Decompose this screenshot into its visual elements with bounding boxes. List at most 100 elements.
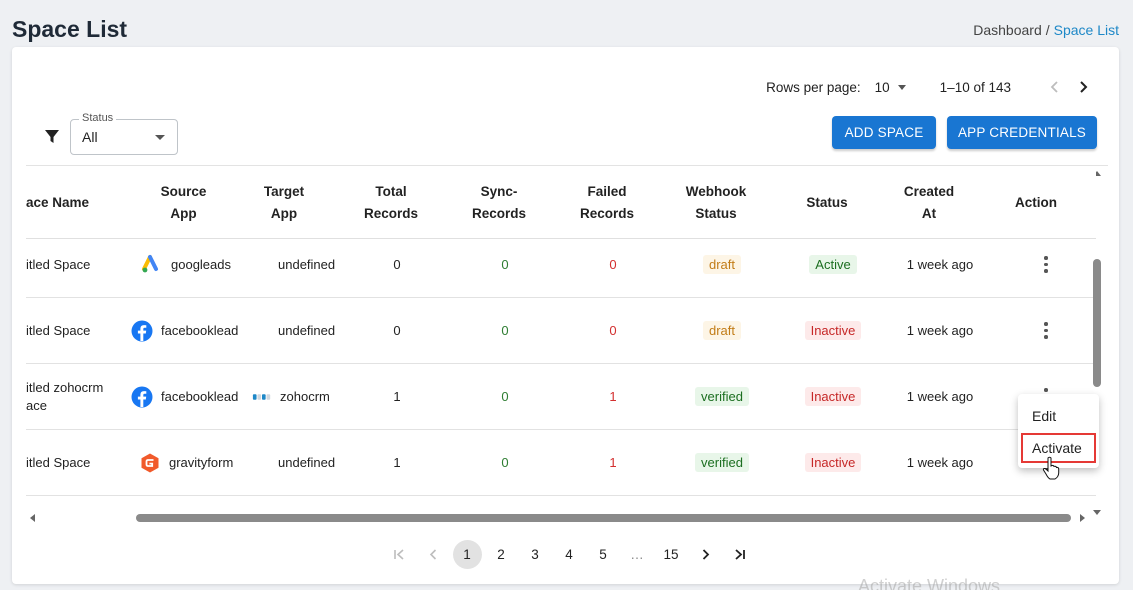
page-button-1[interactable]: 1 — [452, 540, 482, 569]
status-filter-select[interactable]: Status All — [70, 112, 178, 155]
filter-icon[interactable] — [44, 129, 60, 145]
header-space-name[interactable]: ace Name — [26, 166, 92, 239]
status-badge: Inactive — [804, 387, 862, 406]
webhook-status-badge: draft — [702, 321, 741, 340]
more-vert-icon[interactable] — [1036, 321, 1056, 341]
horizontal-scrollbar[interactable] — [26, 511, 1089, 525]
chevron-right-icon — [702, 549, 709, 560]
space-name-line: itled Space — [26, 256, 91, 272]
sync-records-value: 0 — [501, 455, 509, 470]
next-page-button[interactable] — [691, 540, 720, 569]
failed-records-value: 0 — [609, 323, 617, 338]
breadcrumb-separator: / — [1045, 22, 1050, 38]
status-badge: Active — [809, 255, 857, 274]
space-name: itled Space — [26, 454, 90, 472]
space-name-line: itled Space — [26, 322, 91, 338]
chevron-right-icon — [1080, 81, 1088, 93]
table-row[interactable]: itled Space googleads undefined 0 0 0 draft Act… — [26, 232, 1096, 298]
total-records-value: 1 — [393, 389, 401, 404]
header-total-records[interactable]: Total Records — [350, 166, 432, 239]
status-filter-label: Status — [79, 112, 117, 124]
header-webhook-status[interactable]: Webhook Status — [676, 166, 756, 239]
spaces-table: ace Name Source App Target App Total Record… — [26, 165, 1108, 521]
header-failed-records[interactable]: Failed Records — [566, 166, 648, 239]
page-button-15[interactable]: 15 — [657, 540, 686, 569]
google-ads-icon — [142, 254, 158, 272]
scroll-down-arrow-icon[interactable] — [1093, 510, 1101, 515]
target-app-name: undefined — [278, 455, 336, 470]
more-vert-icon[interactable] — [1036, 255, 1056, 275]
scroll-left-arrow-icon[interactable] — [30, 514, 35, 522]
app-credentials-button[interactable]: APP CREDENTIALS — [947, 116, 1097, 149]
space-name: itled zohocrm ace — [26, 379, 103, 415]
header-source-app[interactable]: Source App — [131, 166, 236, 239]
webhook-status-badge: verified — [695, 453, 749, 472]
scroll-right-arrow-icon[interactable] — [1080, 514, 1085, 522]
menu-item-edit[interactable]: Edit — [1018, 401, 1099, 431]
page-range: 1–10 of 143 — [939, 79, 1011, 95]
header-target-app[interactable]: Target App — [244, 166, 324, 239]
gravityform-icon — [141, 453, 159, 472]
created-at-value: 1 week ago — [906, 389, 974, 404]
hand-cursor-icon — [1042, 456, 1060, 480]
table-header: ace Name Source App Target App Total Record… — [26, 166, 1096, 239]
table-row[interactable]: itled Space gravityform undefined 1 0 1 verifi… — [26, 430, 1096, 496]
breadcrumb-dashboard[interactable]: Dashboard — [973, 22, 1042, 38]
source-app-name: gravityform — [169, 455, 234, 470]
bottom-pagination: 1 2 3 4 5 … 15 — [382, 540, 756, 569]
target-app-name: zohocrm — [280, 389, 330, 404]
page-ellipsis: … — [630, 547, 644, 562]
rows-per-page-select[interactable]: 10 — [875, 80, 906, 95]
space-name-line: itled zohocrm — [26, 379, 104, 395]
created-at-value: 1 week ago — [906, 257, 974, 272]
chevron-left-icon — [1050, 81, 1058, 93]
rows-per-page-label: Rows per page: — [766, 79, 861, 95]
first-page-icon — [393, 549, 404, 560]
header-sync-records[interactable]: Sync- Records — [458, 166, 540, 239]
header-status[interactable]: Status — [782, 166, 872, 239]
page-button-3[interactable]: 3 — [521, 540, 550, 569]
top-pagination: Rows per page: 10 1–10 of 143 — [766, 75, 1097, 99]
previous-page-button[interactable] — [419, 540, 448, 569]
page-button-2[interactable]: 2 — [487, 540, 516, 569]
space-name: itled Space — [26, 256, 90, 274]
prev-page-button[interactable] — [1041, 75, 1069, 99]
caret-down-icon — [897, 84, 906, 90]
facebook-icon — [131, 386, 153, 407]
space-name-line: itled Space — [26, 454, 91, 470]
zoho-icon — [252, 393, 271, 400]
page-button-4[interactable]: 4 — [555, 540, 584, 569]
total-records-value: 1 — [393, 455, 401, 470]
space-list-card: Rows per page: 10 1–10 of 143 Status All… — [12, 47, 1119, 584]
webhook-status-badge: verified — [695, 387, 749, 406]
source-app-name: facebooklead — [161, 323, 239, 338]
add-space-button[interactable]: ADD SPACE — [832, 116, 936, 149]
page-title: Space List — [12, 16, 128, 42]
webhook-status-badge: draft — [702, 255, 741, 274]
chevron-left-icon — [429, 549, 436, 560]
failed-records-value: 0 — [609, 257, 617, 272]
sync-records-value: 0 — [501, 323, 509, 338]
sync-records-value: 0 — [501, 389, 509, 404]
status-badge: Inactive — [804, 321, 862, 340]
next-page-button[interactable] — [1069, 75, 1097, 99]
header-created-at[interactable]: Created At — [886, 166, 972, 239]
created-at-value: 1 week ago — [906, 455, 974, 470]
horizontal-scroll-thumb[interactable] — [136, 514, 1071, 522]
vertical-scroll-thumb[interactable] — [1093, 259, 1101, 387]
breadcrumb: Dashboard / Space List — [973, 22, 1119, 38]
source-app-name: facebooklead — [161, 389, 239, 404]
rows-per-page-value: 10 — [874, 79, 890, 95]
space-name-line: ace — [26, 397, 47, 413]
table-row[interactable]: itled zohocrm ace facebooklead zohocrm 1 0 1 ve… — [26, 364, 1096, 430]
facebook-icon — [131, 320, 153, 341]
source-app-name: googleads — [171, 257, 231, 272]
page-button-5[interactable]: 5 — [589, 540, 618, 569]
last-page-icon — [734, 549, 745, 560]
first-page-button[interactable] — [385, 540, 414, 569]
sync-records-value: 0 — [501, 257, 509, 272]
breadcrumb-current: Space List — [1053, 22, 1119, 38]
table-row[interactable]: itled Space facebooklead undefined 0 0 0 draft… — [26, 298, 1096, 364]
status-badge: Inactive — [804, 453, 862, 472]
last-page-button[interactable] — [725, 540, 754, 569]
